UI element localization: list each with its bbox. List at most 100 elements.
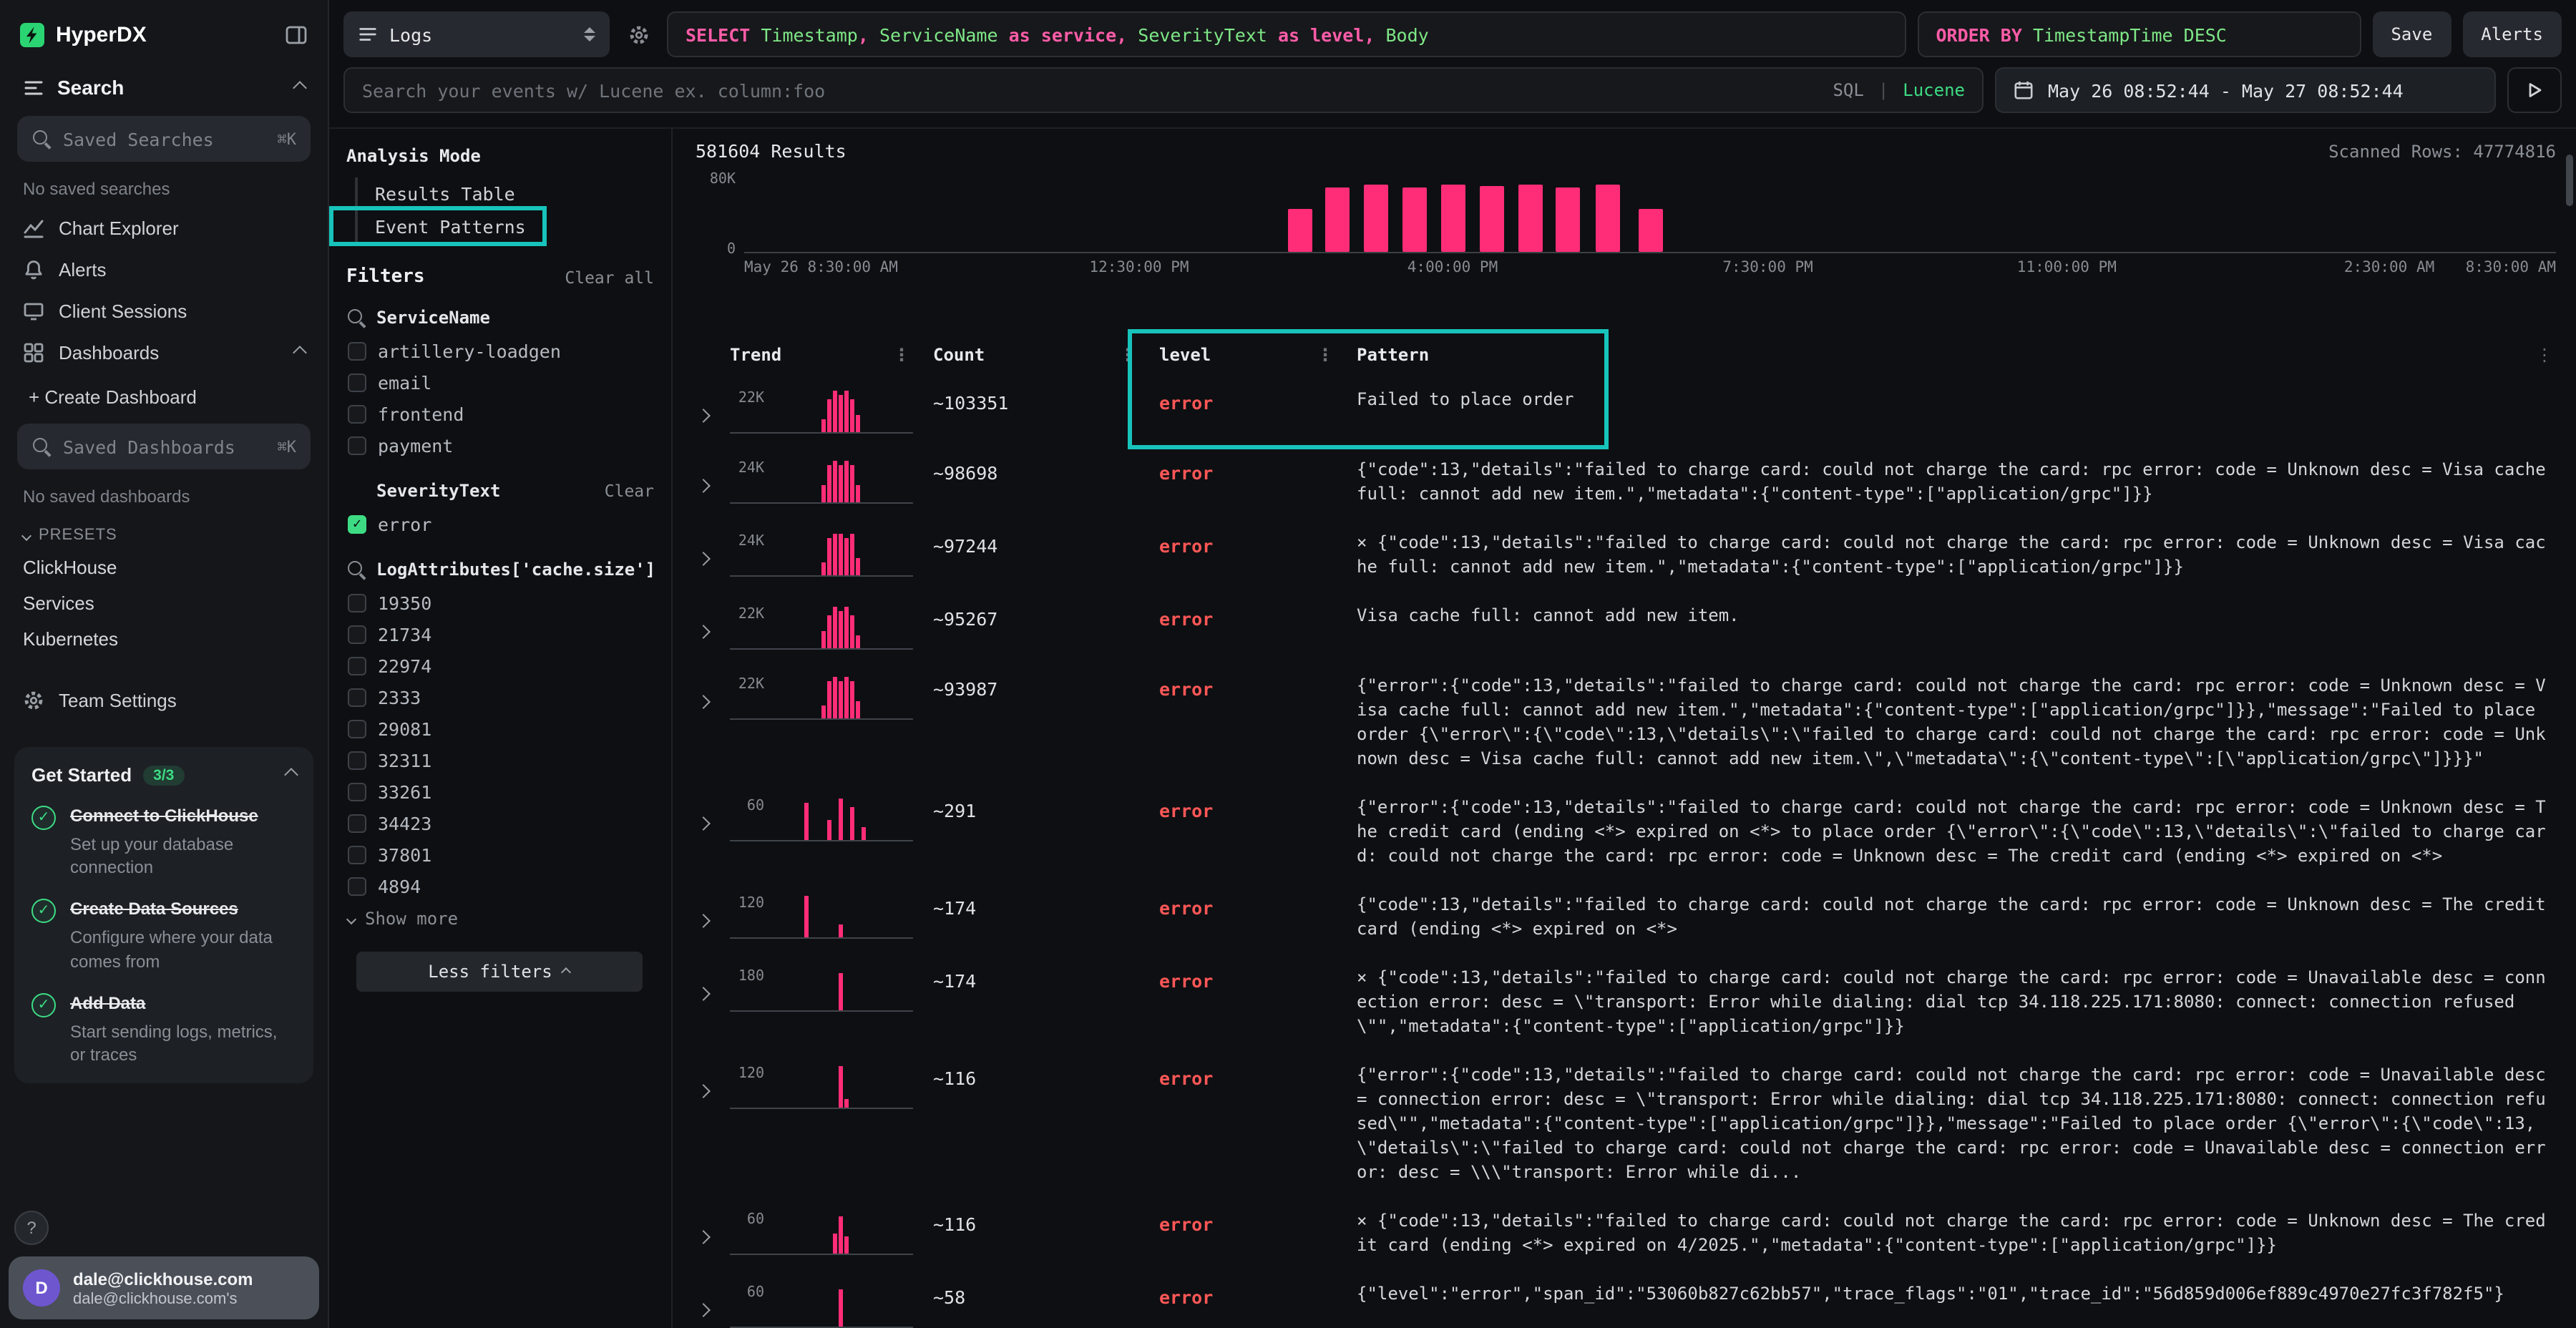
pattern-row[interactable]: 180~174error× {"code":13,"details":"fail… [696, 954, 2556, 1052]
pattern-row[interactable]: 60~116error× {"code":13,"details":"faile… [696, 1198, 2556, 1271]
column-header-count[interactable]: Count⋮ [933, 345, 1159, 365]
mode-lucene-toggle[interactable]: Lucene [1903, 80, 1965, 100]
expand-row-button[interactable] [696, 796, 730, 834]
filter-option[interactable]: 37801 [343, 839, 654, 870]
scrollbar[interactable] [2566, 155, 2573, 206]
preset-item-kubernetes[interactable]: Kubernetes [0, 621, 328, 657]
expand-row-button[interactable] [696, 531, 730, 570]
filter-option[interactable]: 2333 [343, 681, 654, 713]
expand-row-button[interactable] [696, 893, 730, 932]
date-range-picker[interactable]: May 26 08:52:44 - May 27 08:52:44 [1995, 67, 2496, 113]
help-button[interactable]: ? [14, 1211, 49, 1245]
filter-option[interactable]: 21734 [343, 618, 654, 650]
sql-editor[interactable]: SELECT Timestamp, ServiceName as service… [667, 11, 1906, 57]
saved-dashboards-input[interactable]: Saved Dashboards ⌘K [17, 424, 311, 469]
pattern-row[interactable]: 22K~95267errorVisa cache full: cannot ad… [696, 592, 2556, 663]
search-input[interactable] [362, 79, 1818, 101]
pattern-row[interactable]: 60~58error{"level":"error","span_id":"53… [696, 1271, 2556, 1328]
sidebar-item-chart-explorer[interactable]: Chart Explorer [0, 208, 328, 249]
pattern-row[interactable]: 22K~93987error{"error":{"code":13,"detai… [696, 663, 2556, 784]
get-started-header[interactable]: Get Started 3/3 [31, 764, 296, 786]
analysis-option-event-patterns[interactable]: Event Patterns [375, 210, 526, 243]
alerts-button[interactable]: Alerts [2462, 11, 2562, 57]
checkbox[interactable] [348, 688, 366, 706]
column-header-trend[interactable]: Trend⋮ [730, 345, 933, 365]
sidebar-item-team-settings[interactable]: Team Settings [0, 680, 328, 721]
checkbox[interactable] [348, 656, 366, 675]
expand-row-button[interactable] [696, 1063, 730, 1102]
less-filters-button[interactable]: Less filters [356, 952, 642, 992]
collapse-sidebar-icon[interactable] [285, 24, 308, 46]
pattern-row[interactable]: 24K~97244error× {"code":13,"details":"fa… [696, 519, 2556, 592]
preset-item-clickhouse[interactable]: ClickHouse [0, 550, 328, 585]
column-header-level[interactable]: level⋮ [1159, 345, 1357, 365]
checkbox[interactable] [348, 877, 366, 895]
expand-row-button[interactable] [696, 388, 730, 426]
run-query-button[interactable] [2507, 67, 2562, 113]
orderby-editor[interactable]: ORDER BY TimestampTime DESC [1917, 11, 2361, 57]
expand-row-button[interactable] [696, 1209, 730, 1248]
sidebar-section-search[interactable]: Search [0, 64, 328, 110]
checkbox[interactable] [348, 373, 366, 391]
filter-option[interactable]: payment [343, 429, 654, 461]
checkbox[interactable] [348, 593, 366, 612]
pattern-row[interactable]: 22K~103351errorFailed to place order [696, 376, 2556, 446]
expand-row-button[interactable] [696, 966, 730, 1005]
column-header-pattern[interactable]: Pattern [1357, 345, 2536, 365]
preset-item-services[interactable]: Services [0, 585, 328, 621]
checkbox[interactable] [348, 814, 366, 832]
table-menu-icon[interactable]: ⋮ [2536, 345, 2556, 365]
expand-row-button[interactable] [696, 458, 730, 497]
pattern-row[interactable]: 60~291error{"error":{"code":13,"details"… [696, 784, 2556, 882]
checkbox[interactable] [348, 436, 366, 454]
sidebar-item-client-sessions[interactable]: Client Sessions [0, 290, 328, 332]
expand-row-button[interactable] [696, 1282, 730, 1321]
filter-option[interactable]: ✓error [343, 508, 654, 540]
get-started-item[interactable]: ✓ Connect to ClickHouse Set up your data… [31, 803, 296, 879]
column-menu-icon[interactable]: ⋮ [1119, 345, 1136, 365]
filter-option[interactable]: email [343, 366, 654, 398]
filter-option[interactable]: 19350 [343, 587, 654, 618]
checkbox[interactable] [348, 341, 366, 360]
source-select[interactable]: Logs [343, 11, 610, 57]
show-more-button[interactable]: Show more [343, 902, 654, 929]
pattern-row[interactable]: 24K~98698error{"code":13,"details":"fail… [696, 446, 2556, 519]
checkbox[interactable] [348, 404, 366, 423]
save-button[interactable]: Save [2372, 11, 2451, 57]
sidebar-item-alerts[interactable]: Alerts [0, 249, 328, 290]
checkbox[interactable] [348, 782, 366, 801]
checkbox[interactable]: ✓ [348, 514, 366, 533]
saved-searches-input[interactable]: Saved Searches ⌘K [17, 116, 311, 162]
filter-option[interactable]: frontend [343, 398, 654, 429]
checkbox[interactable] [348, 845, 366, 864]
sidebar-item-dashboards[interactable]: Dashboards [0, 332, 328, 374]
expand-row-button[interactable] [696, 604, 730, 643]
get-started-item[interactable]: ✓ Add Data Start sending logs, metrics, … [31, 990, 296, 1067]
column-menu-icon[interactable]: ⋮ [1317, 345, 1334, 365]
checkbox[interactable] [348, 719, 366, 738]
filter-option[interactable]: 33261 [343, 776, 654, 807]
pattern-row[interactable]: 120~116error{"error":{"code":13,"details… [696, 1052, 2556, 1198]
filter-option[interactable]: 32311 [343, 744, 654, 776]
presets-toggle[interactable]: PRESETS [0, 515, 328, 550]
source-settings-gear-icon[interactable] [621, 24, 655, 45]
filter-option[interactable]: 4894 [343, 870, 654, 902]
filter-option[interactable]: 29081 [343, 713, 654, 744]
histogram-plot[interactable] [744, 176, 2556, 253]
checkbox[interactable] [348, 625, 366, 643]
user-menu[interactable]: D dale@clickhouse.com dale@clickhouse.co… [9, 1256, 319, 1319]
expand-row-button[interactable] [696, 674, 730, 713]
search-icon[interactable] [346, 560, 366, 580]
checkbox[interactable] [348, 751, 366, 769]
filter-clear-button[interactable]: Clear [605, 481, 654, 501]
mode-sql-toggle[interactable]: SQL [1833, 80, 1863, 100]
clear-all-button[interactable]: Clear all [565, 267, 654, 287]
pattern-row[interactable]: 120~174error{"code":13,"details":"failed… [696, 882, 2556, 954]
column-menu-icon[interactable]: ⋮ [893, 345, 910, 365]
search-icon[interactable] [346, 308, 366, 328]
filter-option[interactable]: artillery-loadgen [343, 335, 654, 366]
get-started-item[interactable]: ✓ Create Data Sources Configure where yo… [31, 897, 296, 973]
analysis-option-results-table[interactable]: Results Table [375, 177, 515, 210]
filter-option[interactable]: 22974 [343, 650, 654, 681]
filter-option[interactable]: 34423 [343, 807, 654, 839]
